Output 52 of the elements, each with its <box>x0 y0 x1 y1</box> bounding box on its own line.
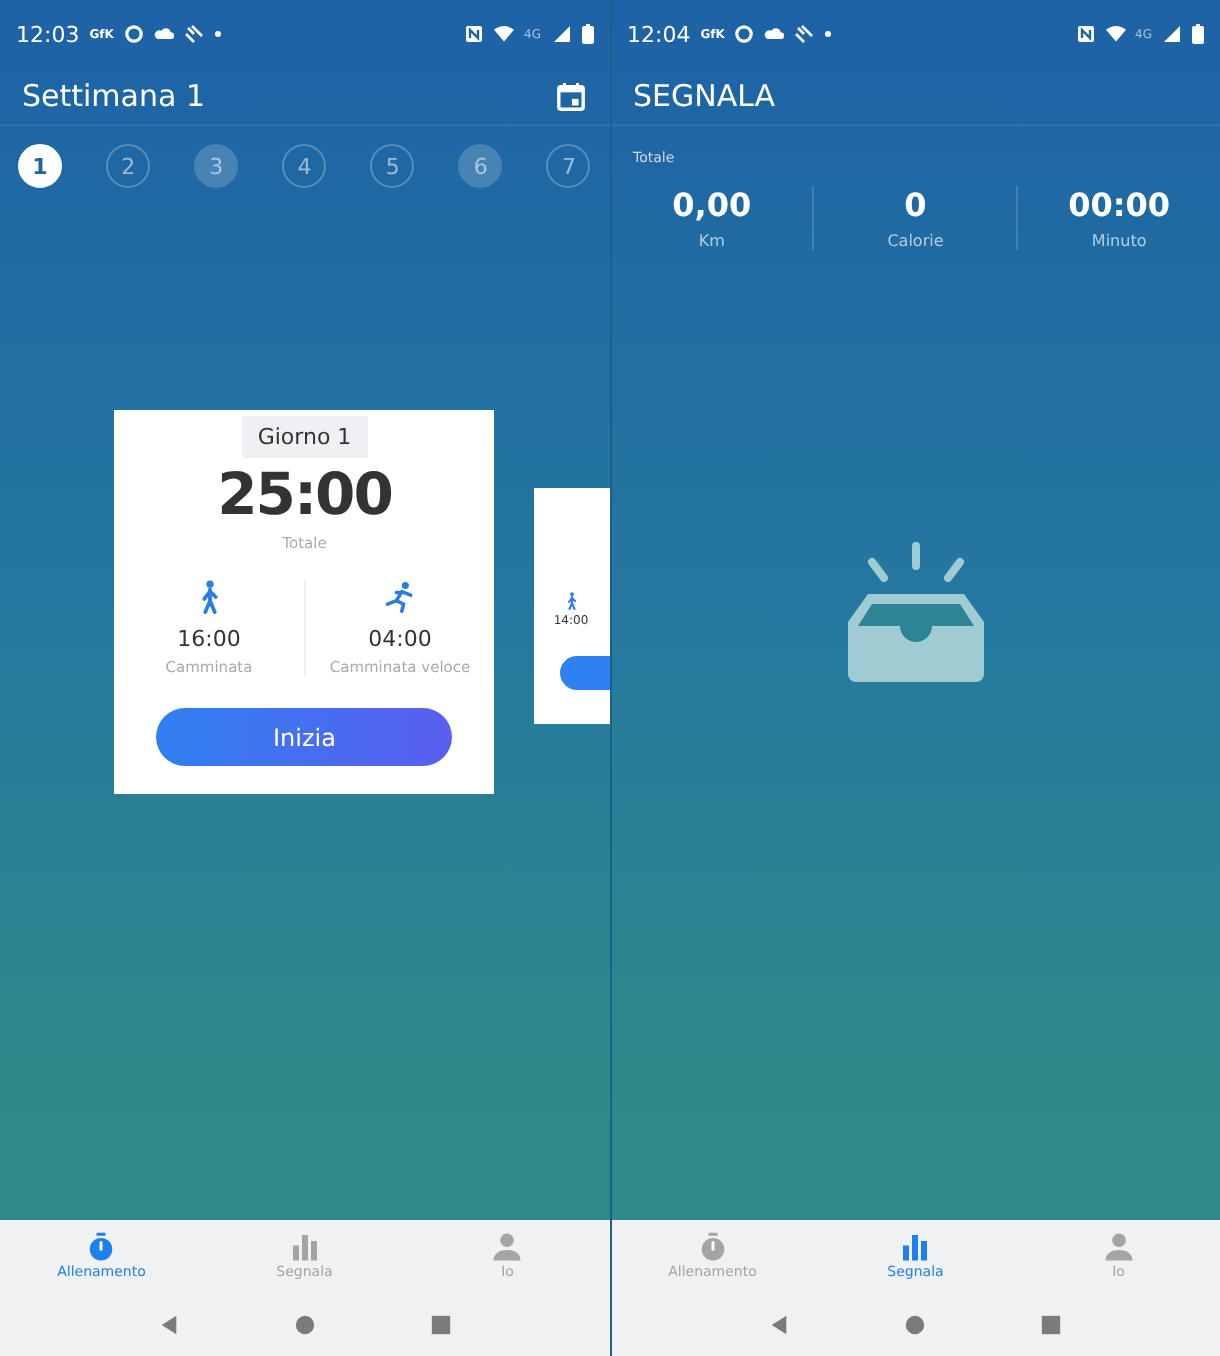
calendar-icon[interactable] <box>555 81 585 111</box>
status-time: 12:03 <box>16 21 80 47</box>
stopwatch-icon <box>86 1232 117 1262</box>
stat-value: 00:00 <box>1068 186 1171 224</box>
person-icon <box>492 1232 523 1262</box>
start-button[interactable]: Inizia <box>156 708 453 766</box>
stat-label: Calorie <box>887 232 944 250</box>
nfc-icon <box>1075 24 1096 44</box>
day-tab[interactable]: 2 <box>106 144 151 188</box>
screen-title: SEGNALA <box>633 78 776 114</box>
stat-value: 0,00 <box>672 186 752 224</box>
screen-title: Settimana 1 <box>22 78 205 114</box>
day-label: Giorno 1 <box>241 416 368 458</box>
bar-chart-icon <box>900 1232 931 1262</box>
walking-person-icon <box>563 592 579 610</box>
recents-icon[interactable] <box>429 1313 452 1335</box>
stat-label: Km <box>698 232 725 250</box>
signal-icon <box>551 24 571 44</box>
cloud-icon <box>764 24 785 44</box>
home-icon[interactable] <box>904 1313 927 1335</box>
person-icon <box>1103 1232 1134 1262</box>
stat-label: Minuto <box>1091 232 1147 250</box>
back-icon[interactable] <box>768 1313 791 1335</box>
total-time: 25:00 <box>217 460 392 528</box>
home-icon[interactable] <box>293 1313 316 1335</box>
day-tab[interactable]: 6 <box>458 144 503 188</box>
day-tab[interactable]: 7 <box>546 144 591 188</box>
status-time: 12:04 <box>627 21 691 47</box>
bar-chart-icon <box>289 1232 320 1262</box>
segment-time: 04:00 <box>368 626 432 652</box>
running-person-icon <box>384 580 416 614</box>
day-tab[interactable]: 4 <box>282 144 327 188</box>
back-icon[interactable] <box>157 1313 180 1335</box>
cloud-icon <box>153 24 174 44</box>
day-tab[interactable]: 3 <box>194 144 239 188</box>
segment-time: 16:00 <box>177 626 241 652</box>
dot-icon <box>213 30 222 38</box>
wifi-icon <box>1105 24 1126 44</box>
signal-icon <box>1162 24 1182 44</box>
day-tab[interactable]: 1 <box>18 144 62 188</box>
day-tab[interactable]: 5 <box>370 144 415 188</box>
battery-icon <box>581 24 593 44</box>
stopwatch-icon <box>697 1232 728 1262</box>
dot-icon <box>824 30 833 38</box>
nfc-icon <box>464 24 485 44</box>
circle-icon <box>734 24 755 44</box>
battery-icon <box>1192 24 1204 44</box>
start-button[interactable] <box>559 656 609 690</box>
wifi-icon <box>494 24 515 44</box>
recents-icon[interactable] <box>1040 1313 1063 1335</box>
circle-icon <box>123 24 144 44</box>
stat-value: 0 <box>904 186 927 224</box>
